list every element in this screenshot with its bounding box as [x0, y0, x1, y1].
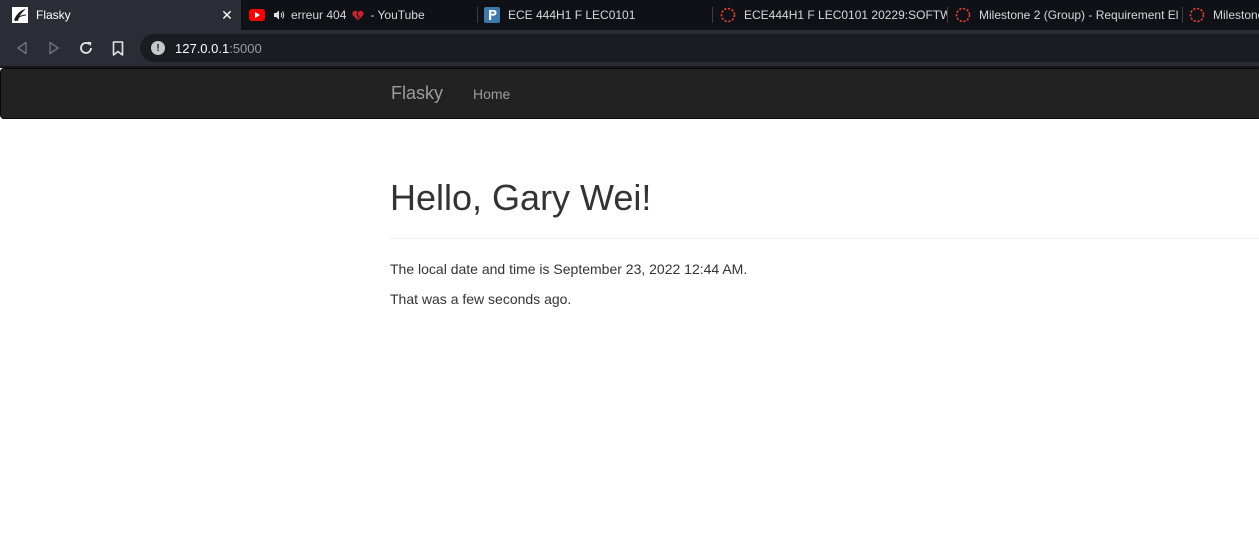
tab-title: ECE444H1 F LEC0101 20229:SOFTWARE: [744, 8, 947, 22]
tab-title: erreur 404: [291, 8, 347, 22]
url-text: 127.0.0.1:5000: [175, 41, 262, 56]
tab-quercus-milestone-2[interactable]: Milestone: [1183, 0, 1259, 30]
page-header: Hello, Gary Wei!: [390, 178, 1259, 218]
navbar-brand[interactable]: Flasky: [391, 83, 443, 104]
address-bar[interactable]: ! 127.0.0.1:5000: [140, 34, 1259, 62]
bookmark-icon[interactable]: [109, 39, 127, 57]
relative-time-text: That was a few seconds ago.: [390, 291, 572, 307]
site-info-icon[interactable]: !: [151, 41, 165, 55]
tab-title: ECE 444H1 F LEC0101: [508, 8, 636, 22]
url-port: :5000: [229, 40, 262, 56]
flasky-favicon-icon: [12, 7, 28, 23]
page-title: Hello, Gary Wei!: [390, 177, 652, 218]
broken-heart-icon: [352, 10, 364, 21]
header-divider: [390, 238, 1259, 239]
tab-flasky[interactable]: Flasky ✕: [0, 0, 241, 30]
tab-title: Milestone: [1213, 8, 1259, 22]
tab-title-suffix: - YouTube: [370, 8, 425, 22]
close-tab-icon[interactable]: ✕: [219, 7, 235, 23]
reload-icon[interactable]: [77, 39, 95, 57]
back-icon[interactable]: [13, 39, 31, 57]
quercus-icon: [720, 7, 736, 23]
site-navbar: Flasky Home: [0, 68, 1259, 119]
speaker-icon[interactable]: [273, 7, 285, 23]
tab-title: Milestone 2 (Group) - Requirement El: [979, 8, 1179, 22]
local-time-text: The local date and time is September 23,…: [390, 261, 748, 277]
tab-quercus-course[interactable]: ECE444H1 F LEC0101 20229:SOFTWARE: [713, 0, 947, 30]
tab-title: Flasky: [36, 8, 71, 22]
nav-link-home[interactable]: Home: [473, 86, 510, 102]
quercus-icon: [1189, 7, 1205, 23]
tab-piazza[interactable]: ECE 444H1 F LEC0101: [478, 0, 712, 30]
tab-quercus-milestone[interactable]: Milestone 2 (Group) - Requirement El: [948, 0, 1182, 30]
forward-icon[interactable]: [45, 39, 63, 57]
piazza-icon: [484, 7, 500, 23]
tab-youtube[interactable]: erreur 404 - YouTube: [241, 0, 477, 30]
url-host: 127.0.0.1: [175, 40, 230, 56]
quercus-icon: [955, 7, 971, 23]
youtube-icon: [249, 7, 265, 23]
browser-tab-strip: Flasky ✕ erreur 404 - YouTube ECE 444H1 …: [0, 0, 1259, 30]
browser-toolbar: ! 127.0.0.1:5000: [0, 30, 1259, 66]
